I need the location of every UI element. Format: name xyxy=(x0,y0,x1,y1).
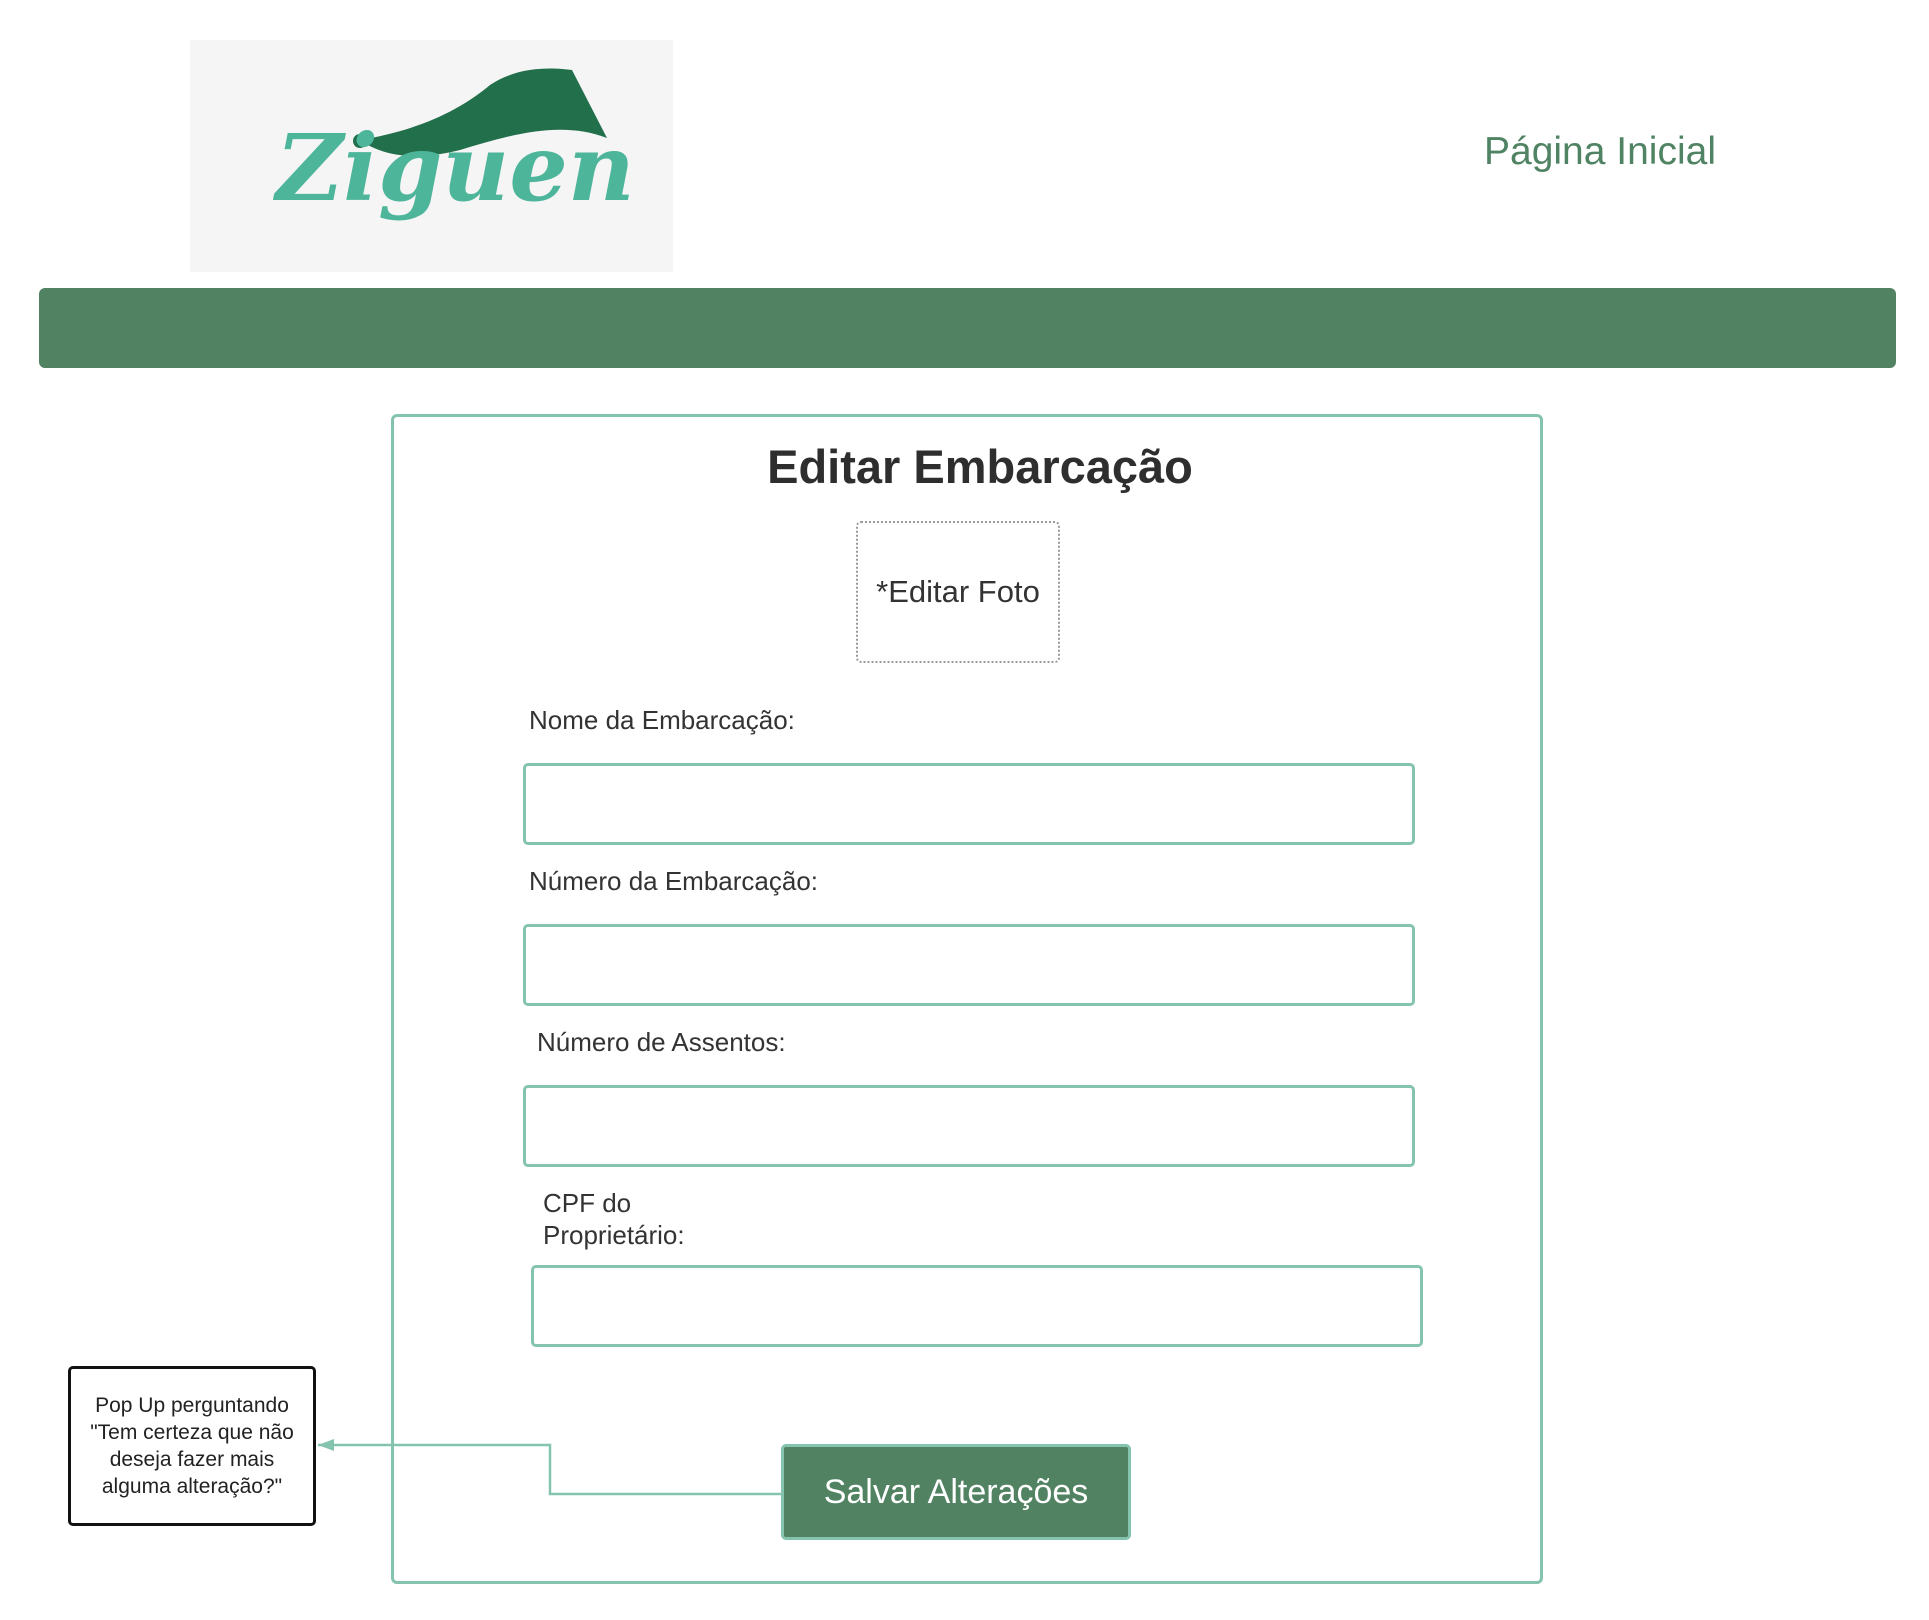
annotation-line2: "Tem certeza que não xyxy=(90,1421,294,1444)
annotation-line4: alguma alteração?" xyxy=(101,1475,283,1498)
arrow-head-icon xyxy=(318,1439,334,1451)
logo-wordmark: Ziguen xyxy=(272,114,635,222)
owner-cpf-label-line2: Proprietário: xyxy=(543,1220,685,1250)
seats-label: Número de Assentos: xyxy=(537,1027,786,1057)
page-title: Editar Embarcação xyxy=(767,440,1193,493)
seats-input[interactable] xyxy=(523,1085,1415,1167)
save-changes-button[interactable]: Salvar Alterações xyxy=(781,1444,1131,1540)
header-bar xyxy=(39,288,1896,368)
vessel-number-label: Número da Embarcação: xyxy=(529,866,819,896)
logo[interactable]: Ziguen xyxy=(190,40,673,272)
vessel-number-input[interactable] xyxy=(523,924,1415,1006)
annotation-line1: Pop Up perguntando xyxy=(95,1394,289,1417)
annotation-line3: deseja fazer mais xyxy=(109,1448,275,1471)
vessel-name-input[interactable] xyxy=(523,763,1415,845)
owner-cpf-input[interactable] xyxy=(531,1265,1423,1347)
vessel-name-label: Nome da Embarcação: xyxy=(529,705,795,735)
owner-cpf-label: CPF do Proprietário: xyxy=(543,1187,685,1251)
nav-home-link[interactable]: Página Inicial xyxy=(1460,124,1740,180)
save-changes-label: Salvar Alterações xyxy=(823,1472,1089,1511)
owner-cpf-label-line1: CPF do xyxy=(543,1188,632,1218)
annotation-note: Pop Up perguntando "Tem certeza que não … xyxy=(68,1366,316,1526)
edit-photo-button[interactable]: *Editar Foto xyxy=(856,521,1060,663)
edit-photo-label: *Editar Foto xyxy=(876,574,1040,609)
logo-graphic: Ziguen xyxy=(272,68,635,222)
